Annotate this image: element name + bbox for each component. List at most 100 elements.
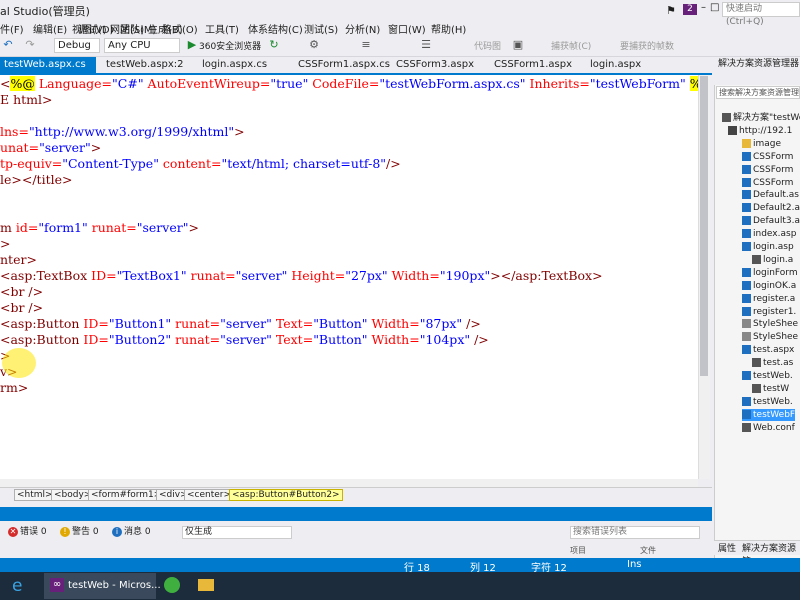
column-project[interactable]: 项目 [570,545,586,556]
menu-test[interactable]: 测试(S) [304,21,338,36]
code-line[interactable]: <%@ Language="C#" AutoEventWireup="true"… [0,76,698,92]
tab-properties[interactable]: 属性 [718,541,736,554]
solution-tree-item[interactable]: testW [752,383,789,395]
code-token: "87px" [419,316,463,331]
code-token: tp-equiv= [0,156,63,171]
play-icon[interactable]: ▶ [186,39,198,51]
solution-tree-item[interactable]: testWeb. [742,370,793,382]
code-line[interactable]: <br /> [0,284,43,300]
solution-tree-item[interactable]: StyleShee [742,331,798,343]
solution-tree-item[interactable]: StyleShee [742,318,798,330]
tab-login-aspx-cs[interactable]: login.aspx.cs [198,57,290,73]
menu-window[interactable]: 窗口(W) [388,21,426,36]
code-line[interactable]: > [0,236,10,252]
codemap-button[interactable]: 代码图 [474,39,501,52]
menu-architecture[interactable]: 体系结构(C) [248,21,303,36]
error-search-input[interactable]: 搜索错误列表 [570,526,700,539]
tab-cssform1-aspx[interactable]: CSSForm1.aspx [490,57,582,73]
solution-tree-item[interactable]: Web.conf [742,422,795,434]
code-line[interactable]: m id="form1" runat="server"> [0,220,199,236]
code-line[interactable]: E html> [0,92,53,108]
solution-tree-item[interactable]: loginOK.a [742,280,796,292]
menu-tools[interactable]: 工具(T) [205,21,239,36]
solution-tree-item[interactable]: CSSForm [742,177,793,189]
refresh-icon[interactable]: ↻ [268,39,280,51]
solution-tree-item[interactable]: test.aspx [742,344,794,356]
undo-icon[interactable]: ↶ [2,39,14,51]
code-line[interactable]: <br /> [0,300,43,316]
code-token: "Button" [313,332,368,347]
solution-tree-item[interactable]: http://192.1 [728,125,792,137]
solution-search-input[interactable]: 搜索解决方案资源管理器 [716,86,800,99]
camera-icon[interactable]: ▣ [512,39,524,51]
solution-tree-item[interactable]: login.asp [742,241,794,253]
menu-help[interactable]: 帮助(H) [431,21,466,36]
menu-analyze[interactable]: 分析(N) [345,21,380,36]
tab-cssform3-aspx[interactable]: CSSForm3.aspx [392,57,488,73]
solution-tree-item[interactable]: index.asp [742,228,796,240]
code-line[interactable]: lns="http://www.w3.org/1999/xhtml"> [0,124,245,140]
browser-360-icon[interactable] [164,577,180,593]
quick-launch-input[interactable]: 快速启动 (Ctrl+Q) [722,2,800,27]
minimize-icon[interactable]: – [701,2,706,13]
config-select[interactable]: Debug [54,38,100,53]
solution-tree-item[interactable]: image [742,138,781,150]
capture-frame-button[interactable]: 捕获帧(C) [551,39,591,52]
warnings-filter[interactable]: ! 警告 0 [60,526,99,538]
crumb-asp-button[interactable]: <asp:Button#Button2> [229,489,343,501]
ie-icon[interactable]: e [12,576,22,596]
solution-tree-item[interactable]: Default.as [742,189,799,201]
code-line[interactable]: nter> [0,252,37,268]
menu-team[interactable]: 团队(M) [120,21,156,36]
solution-tree-item[interactable]: testWeb. [742,396,793,408]
code-line[interactable]: le></title> [0,172,72,188]
scrollbar-thumb[interactable] [700,76,708,376]
crumb-center[interactable]: <center> [184,489,235,501]
code-line[interactable]: unat="server"> [0,140,101,156]
tab-cssform1-aspx-cs[interactable]: CSSForm1.aspx.cs [294,57,392,73]
tab-testweb-aspx-2[interactable]: testWeb.aspx:2 [102,57,194,73]
solution-tree-item[interactable]: Default2.a [742,202,800,214]
column-file[interactable]: 文件 [640,545,656,556]
code-line[interactable]: <asp:TextBox ID="TextBox1" runat="server… [0,268,603,284]
messages-filter[interactable]: i 消息 0 [112,526,151,538]
code-editor[interactable]: <%@ Language="C#" AutoEventWireup="true"… [0,75,698,479]
code-token: > [0,236,11,251]
flag-icon[interactable]: ⚑ [666,4,676,17]
solution-tree-item[interactable]: login.a [752,254,793,266]
solution-tree-item[interactable]: Default3.a [742,215,800,227]
solution-tree-item[interactable]: test.as [752,357,793,369]
code-line[interactable]: tp-equiv="Content-Type" content="text/ht… [0,156,401,172]
tab-login-aspx[interactable]: login.aspx [586,57,666,73]
browser-button[interactable]: 360安全浏览器 [199,39,261,52]
code-token: CodeFile= [308,76,380,91]
tab-testweb-aspx-cs[interactable]: testWeb.aspx.cs [0,57,96,73]
frames-to-capture-select[interactable]: 要捕获的帧数 [620,39,674,52]
solution-tree-item[interactable]: loginForm [742,267,798,279]
format-icon[interactable]: ≡ [360,39,372,51]
restore-icon[interactable]: □ [710,2,719,13]
solution-tree-item[interactable]: CSSForm [742,151,793,163]
errors-filter[interactable]: ✕ 错误 0 [8,526,47,538]
menu-debug[interactable]: 调试(D) [78,21,114,36]
code-token: E html> [0,92,53,107]
code-line[interactable]: rm> [0,380,28,396]
tools-icon[interactable]: ⚙ [308,39,320,51]
crumb-form[interactable]: <form#form1> [88,489,165,501]
code-line[interactable]: <asp:Button ID="Button2" runat="server" … [0,332,489,348]
build-filter-select[interactable]: 仅生成 [182,526,292,539]
solution-tree-item[interactable]: CSSForm [742,164,793,176]
notification-badge[interactable]: 2 [683,4,697,15]
redo-icon[interactable]: ↷ [24,39,36,51]
folder-icon[interactable] [198,579,214,591]
solution-tree-item[interactable]: testWebF [742,408,796,421]
comment-icon[interactable]: ☰ [420,39,432,51]
editor-horizontal-scrollbar[interactable] [0,479,698,487]
solution-tree-item[interactable]: register.a [742,293,795,305]
code-line[interactable]: <asp:Button ID="Button1" runat="server" … [0,316,481,332]
solution-tree-item[interactable]: register1. [742,306,796,318]
menu-format[interactable]: 格式(O) [162,21,198,36]
platform-select[interactable]: Any CPU [104,38,180,53]
solution-tree-item[interactable]: 解决方案"testWe [722,112,800,124]
crumb-html[interactable]: <html> [14,489,56,501]
